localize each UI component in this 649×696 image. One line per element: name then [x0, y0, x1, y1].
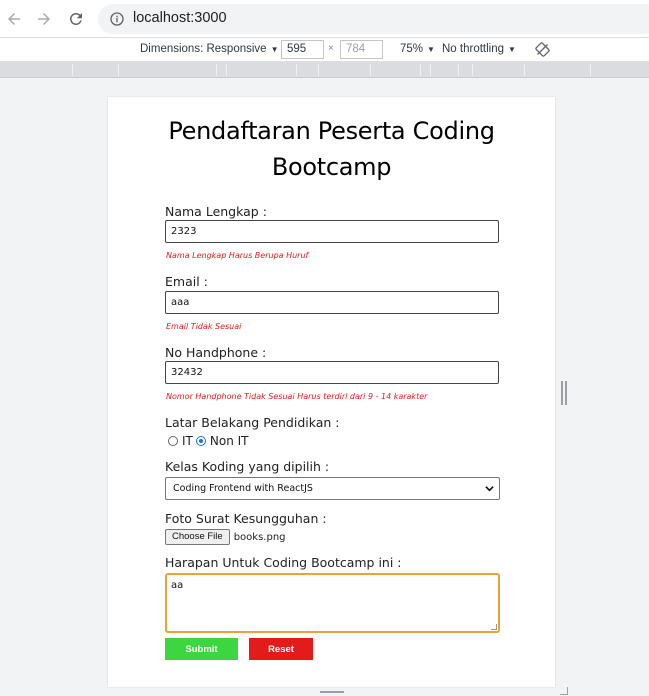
harapan-textarea[interactable]: aa	[165, 573, 500, 633]
harapan-label: Harapan Untuk Coding Bootcamp ini :	[165, 555, 402, 570]
radio-non-it-label: Non IT	[209, 434, 249, 448]
email-error: Email Tidak Sesuai	[166, 322, 242, 331]
device-toolbar: Dimensions: Responsive ▼ 595 × 784 75% ▼ N…	[0, 38, 649, 62]
foto-label: Foto Surat Kesungguhan :	[165, 511, 327, 526]
viewport-resize-handle[interactable]	[561, 381, 567, 405]
kelas-selected: Coding Frontend with ReactJS	[173, 483, 313, 494]
caret-down-icon: ▼	[508, 45, 516, 54]
viewport-corner-handle[interactable]	[560, 687, 568, 695]
resize-grip-icon[interactable]	[491, 624, 497, 630]
submit-button[interactable]: Submit	[165, 638, 238, 660]
pendidikan-radio-group: IT Non IT	[168, 434, 248, 448]
radio-non-it[interactable]	[195, 436, 206, 446]
reload-icon	[69, 12, 82, 25]
harapan-text: aa	[171, 580, 184, 591]
throttling-label: No throttling	[442, 43, 505, 55]
media-query-ruler[interactable]	[0, 62, 649, 78]
caret-down-icon: ▼	[270, 45, 279, 54]
email-label: Email :	[165, 274, 208, 289]
viewport-bottom-handle[interactable]	[320, 691, 344, 695]
zoom-label: 75%	[400, 43, 424, 55]
pendidikan-label: Latar Belakang Pendidikan :	[165, 415, 340, 430]
height-input[interactable]: 784	[340, 40, 383, 59]
choose-file-button[interactable]: Choose File	[165, 529, 230, 545]
info-icon[interactable]	[109, 11, 125, 27]
arrow-right-icon	[38, 13, 50, 25]
nama-label: Nama Lengkap :	[165, 204, 267, 219]
radio-it-label: IT	[182, 434, 193, 448]
url-text: localhost:3000	[133, 10, 227, 26]
foto-file-input: Choose File books.png	[165, 529, 286, 545]
back-button[interactable]	[1, 6, 27, 32]
registration-form: Pendaftaran Peserta Coding Bootcamp Nama…	[108, 97, 555, 687]
phone-input[interactable]: 32432	[165, 361, 499, 384]
page-title: Pendaftaran Peserta Coding Bootcamp	[168, 117, 495, 181]
throttling-dropdown[interactable]: No throttling ▼	[442, 43, 516, 55]
width-input[interactable]: 595	[281, 40, 324, 59]
reset-button[interactable]: Reset	[249, 638, 313, 660]
browser-toolbar: localhost:3000	[0, 0, 649, 38]
email-input[interactable]: aaa	[165, 291, 499, 314]
file-name: books.png	[233, 531, 286, 543]
dimensions-dropdown[interactable]: Dimensions: Responsive ▼	[140, 43, 278, 55]
times-sign: ×	[328, 43, 334, 54]
arrow-left-icon	[8, 13, 20, 25]
radio-it[interactable]	[168, 436, 178, 446]
phone-label: No Handphone :	[165, 345, 267, 360]
dimensions-label: Dimensions: Responsive	[140, 43, 267, 55]
forward-button[interactable]	[31, 6, 57, 32]
reload-button[interactable]	[63, 6, 89, 32]
address-bar[interactable]: localhost:3000	[98, 4, 649, 34]
nama-input[interactable]: 2323	[165, 220, 499, 243]
kelas-label: Kelas Koding yang dipilih :	[165, 459, 330, 474]
chevron-down-icon	[485, 486, 494, 492]
zoom-dropdown[interactable]: 75% ▼	[400, 43, 435, 55]
phone-error: Nomor Handphone Tidak Sesuai Harus terdi…	[166, 392, 428, 401]
rotate-icon[interactable]	[535, 42, 550, 57]
nama-error: Nama Lengkap Harus Berupa Huruf	[166, 251, 309, 260]
caret-down-icon: ▼	[427, 45, 435, 54]
device-viewport: Pendaftaran Peserta Coding Bootcamp Nama…	[0, 79, 649, 696]
kelas-select[interactable]: Coding Frontend with ReactJS	[165, 477, 500, 500]
